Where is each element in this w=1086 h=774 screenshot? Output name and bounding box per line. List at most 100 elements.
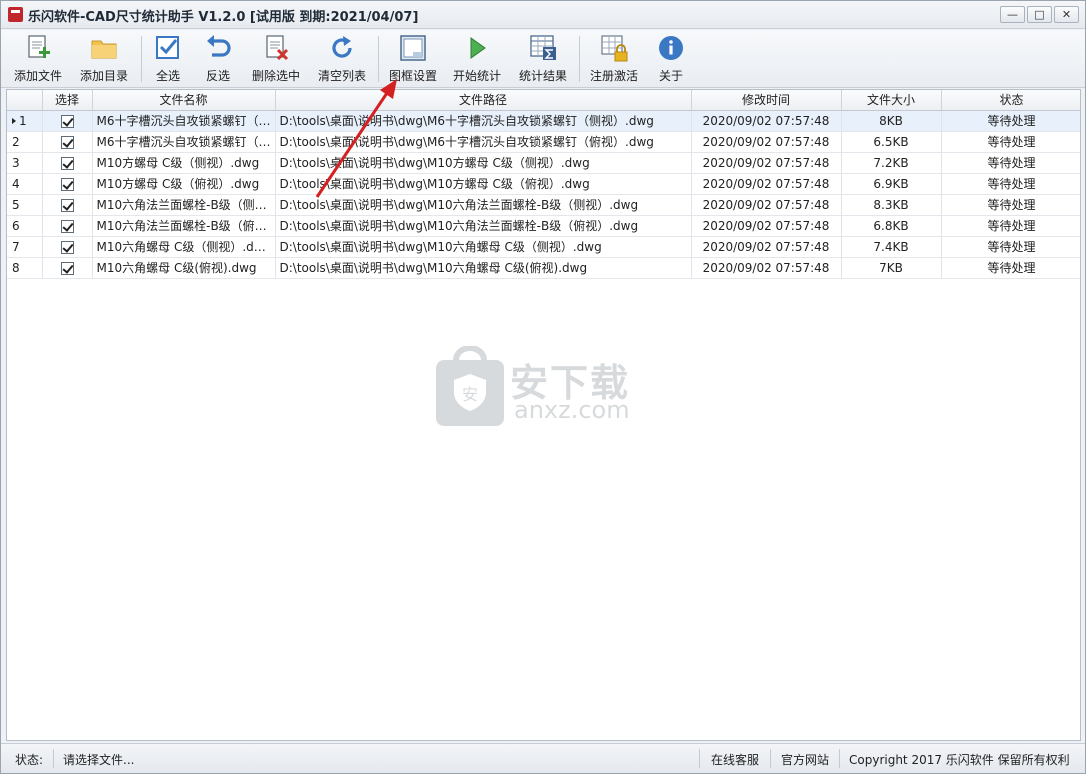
window-controls: — □ ✕	[1000, 6, 1079, 23]
delete-selected-button[interactable]: 删除选中	[247, 33, 305, 85]
row-number-cell: 2	[7, 131, 43, 153]
status-separator	[839, 749, 840, 768]
table-sum-icon	[530, 35, 556, 60]
file-name-cell: M10六角螺母 C级（侧视）.dwg	[92, 236, 276, 258]
file-size-cell: 7KB	[841, 257, 942, 279]
table-row[interactable]: 5 M10六角法兰面螺栓-B级（侧… D:\tools\桌面\说明书\dwg\M…	[7, 194, 1080, 216]
row-checkbox[interactable]	[60, 198, 74, 212]
status-cell: 等待处理	[941, 257, 1080, 279]
folder-icon	[91, 40, 117, 59]
status-cell: 等待处理	[941, 152, 1080, 174]
file-name-cell: M10六角法兰面螺栓-B级（俯…	[92, 215, 276, 237]
about-button[interactable]: 关于	[651, 33, 691, 85]
status-separator	[699, 749, 700, 768]
column-header-time[interactable]: 修改时间	[691, 90, 842, 111]
column-header-size[interactable]: 文件大小	[841, 90, 942, 111]
table-row[interactable]: 3 M10方螺母 C级（侧视）.dwg D:\tools\桌面\说明书\dwg\…	[7, 152, 1080, 174]
toolbar: 添加文件 添加目录 全选 反选 删除选中 清空列表 图框设置 开始统计 统计结果…	[1, 30, 1085, 88]
row-checkbox[interactable]	[60, 156, 74, 170]
select-cell[interactable]	[42, 257, 93, 279]
toolbar-separator	[141, 36, 142, 82]
table-row[interactable]: 6 M10六角法兰面螺栓-B级（俯… D:\tools\桌面\说明书\dwg\M…	[7, 215, 1080, 237]
select-cell[interactable]	[42, 236, 93, 258]
row-number: 3	[12, 155, 20, 170]
stats-result-button[interactable]: 统计结果	[514, 33, 572, 85]
file-size-cell: 8.3KB	[841, 194, 942, 216]
status-cell: 等待处理	[941, 173, 1080, 195]
row-checkbox[interactable]	[60, 261, 74, 275]
clear-list-button[interactable]: 清空列表	[313, 33, 371, 85]
table-row[interactable]: 4 M10方螺母 C级（俯视）.dwg D:\tools\桌面\说明书\dwg\…	[7, 173, 1080, 195]
modified-time-cell: 2020/09/02 07:57:48	[691, 194, 842, 216]
file-size-cell: 7.2KB	[841, 152, 942, 174]
row-checkbox[interactable]	[60, 114, 74, 128]
select-cell[interactable]	[42, 215, 93, 237]
app-window: 乐闪软件-CAD尺寸统计助手 V1.2.0 [试用版 到期:2021/04/07…	[0, 0, 1086, 774]
status-cell: 等待处理	[941, 194, 1080, 216]
table-row[interactable]: 2 M6十字槽沉头自攻锁紧螺钉（… D:\tools\桌面\说明书\dwg\M6…	[7, 131, 1080, 153]
file-name-cell: M10六角螺母 C级(俯视).dwg	[92, 257, 276, 279]
file-name-cell: M6十字槽沉头自攻锁紧螺钉（…	[92, 131, 276, 153]
modified-time-cell: 2020/09/02 07:57:48	[691, 236, 842, 258]
clear-list-label: 清空列表	[317, 69, 366, 83]
table-row[interactable]: 8 M10六角螺母 C级(俯视).dwg D:\tools\桌面\说明书\dwg…	[7, 257, 1080, 279]
refresh-icon	[332, 36, 352, 58]
add-file-button[interactable]: 添加文件	[9, 33, 67, 85]
minimize-button[interactable]: —	[1000, 6, 1025, 23]
invert-selection-button[interactable]: 反选	[199, 33, 237, 85]
status-cell: 等待处理	[941, 215, 1080, 237]
column-header-status[interactable]: 状态	[941, 90, 1080, 111]
row-number: 1	[19, 113, 27, 128]
select-cell[interactable]	[42, 173, 93, 195]
select-all-button[interactable]: 全选	[149, 33, 187, 85]
row-number: 5	[12, 197, 20, 212]
select-cell[interactable]	[42, 131, 93, 153]
modified-time-cell: 2020/09/02 07:57:48	[691, 173, 842, 195]
file-name-cell: M10六角法兰面螺栓-B级（侧…	[92, 194, 276, 216]
file-grid: 选择 文件名称 文件路径 修改时间 文件大小 状态 1 M6十字槽沉头自攻锁紧螺…	[6, 89, 1081, 741]
status-bar: 状态: 请选择文件... 在线客服 官方网站 Copyright 2017 乐闪…	[1, 743, 1085, 773]
file-table: 选择 文件名称 文件路径 修改时间 文件大小 状态 1 M6十字槽沉头自攻锁紧螺…	[7, 90, 1080, 279]
column-header-path[interactable]: 文件路径	[275, 90, 692, 111]
column-header-index[interactable]	[7, 90, 43, 111]
add-directory-button[interactable]: 添加目录	[75, 33, 133, 85]
select-cell[interactable]	[42, 194, 93, 216]
register-label: 注册激活	[589, 69, 638, 83]
modified-time-cell: 2020/09/02 07:57:48	[691, 131, 842, 153]
start-stats-button[interactable]: 开始统计	[449, 33, 505, 85]
close-button[interactable]: ✕	[1054, 6, 1079, 23]
window-title: 乐闪软件-CAD尺寸统计助手 V1.2.0 [试用版 到期:2021/04/07…	[28, 10, 419, 25]
status-cell: 等待处理	[941, 131, 1080, 153]
row-number-cell: 8	[7, 257, 43, 279]
row-checkbox[interactable]	[60, 240, 74, 254]
column-header-select[interactable]: 选择	[42, 90, 93, 111]
register-button[interactable]: 注册激活	[586, 33, 642, 85]
toolbar-separator	[579, 36, 580, 82]
online-service-link[interactable]: 在线客服	[711, 751, 759, 768]
maximize-button[interactable]: □	[1027, 6, 1052, 23]
stats-result-label: 统计结果	[518, 69, 567, 83]
lock-table-icon	[601, 35, 628, 62]
play-icon	[470, 37, 486, 59]
row-number-cell: 3	[7, 152, 43, 174]
column-header-name[interactable]: 文件名称	[92, 90, 276, 111]
frame-settings-button[interactable]: 图框设置	[385, 33, 441, 85]
start-stats-label: 开始统计	[452, 69, 501, 83]
status-separator	[770, 749, 771, 768]
select-cell[interactable]	[42, 110, 93, 132]
table-row[interactable]: 1 M6十字槽沉头自攻锁紧螺钉（… D:\tools\桌面\说明书\dwg\M6…	[7, 110, 1080, 132]
row-checkbox[interactable]	[60, 219, 74, 233]
file-path-cell: D:\tools\桌面\说明书\dwg\M10方螺母 C级（侧视）.dwg	[275, 152, 692, 174]
toolbar-separator	[378, 36, 379, 82]
status-separator	[53, 749, 54, 768]
official-site-link[interactable]: 官方网站	[781, 751, 829, 768]
title-bar: 乐闪软件-CAD尺寸统计助手 V1.2.0 [试用版 到期:2021/04/07…	[1, 1, 1085, 29]
file-path-cell: D:\tools\桌面\说明书\dwg\M10方螺母 C级（俯视）.dwg	[275, 173, 692, 195]
checkbox-checked-icon	[156, 36, 179, 59]
select-cell[interactable]	[42, 152, 93, 174]
row-checkbox[interactable]	[60, 135, 74, 149]
status-cell: 等待处理	[941, 236, 1080, 258]
file-size-cell: 6.5KB	[841, 131, 942, 153]
row-checkbox[interactable]	[60, 177, 74, 191]
table-row[interactable]: 7 M10六角螺母 C级（侧视）.dwg D:\tools\桌面\说明书\dwg…	[7, 236, 1080, 258]
